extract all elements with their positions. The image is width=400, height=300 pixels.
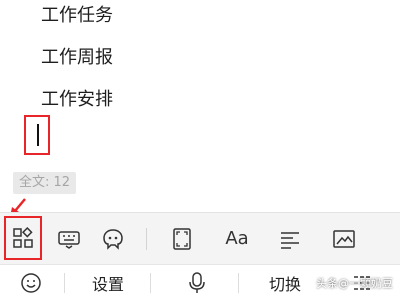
keyboard-bar-divider — [64, 273, 65, 293]
text-format-icon: Aa — [225, 228, 249, 249]
keyboard-bar-divider — [150, 273, 151, 293]
note-line-1: 工作任务 — [41, 5, 113, 26]
sticker-button[interactable] — [96, 213, 130, 264]
word-count-badge: 全文: 12 — [13, 172, 77, 194]
toolbar-divider — [146, 228, 147, 250]
fullscreen-button[interactable] — [165, 213, 199, 264]
formatting-toolbar: Aa — [0, 212, 400, 264]
settings-button[interactable]: 设置 — [80, 265, 136, 300]
fullscreen-icon — [173, 227, 191, 250]
emoji-button[interactable] — [14, 265, 48, 300]
keyboard-button[interactable] — [52, 213, 86, 264]
apps-grid-icon — [13, 227, 33, 248]
image-icon — [333, 229, 355, 248]
note-line-2: 工作周报 — [41, 47, 113, 68]
align-button[interactable] — [273, 213, 307, 264]
switch-button[interactable]: 切换 — [258, 265, 312, 300]
voice-input-button[interactable] — [180, 265, 214, 300]
keyboard-icon — [58, 230, 80, 249]
watermark: 头条@一颗奶豆 — [316, 277, 393, 290]
align-icon — [281, 231, 299, 249]
note-line-3: 工作安排 — [41, 89, 113, 110]
cursor-highlight-box — [24, 115, 50, 155]
sticker-icon — [103, 228, 123, 250]
note-editor[interactable]: 工作任务 工作周报 工作安排 全文: 12 — [0, 0, 400, 210]
emoji-icon — [21, 272, 41, 293]
apps-grid-button[interactable] — [4, 216, 42, 260]
image-button[interactable] — [327, 213, 361, 264]
keyboard-bar-divider — [238, 273, 239, 293]
microphone-icon — [189, 271, 205, 293]
text-format-button[interactable]: Aa — [220, 213, 254, 264]
text-cursor[interactable] — [37, 124, 39, 146]
